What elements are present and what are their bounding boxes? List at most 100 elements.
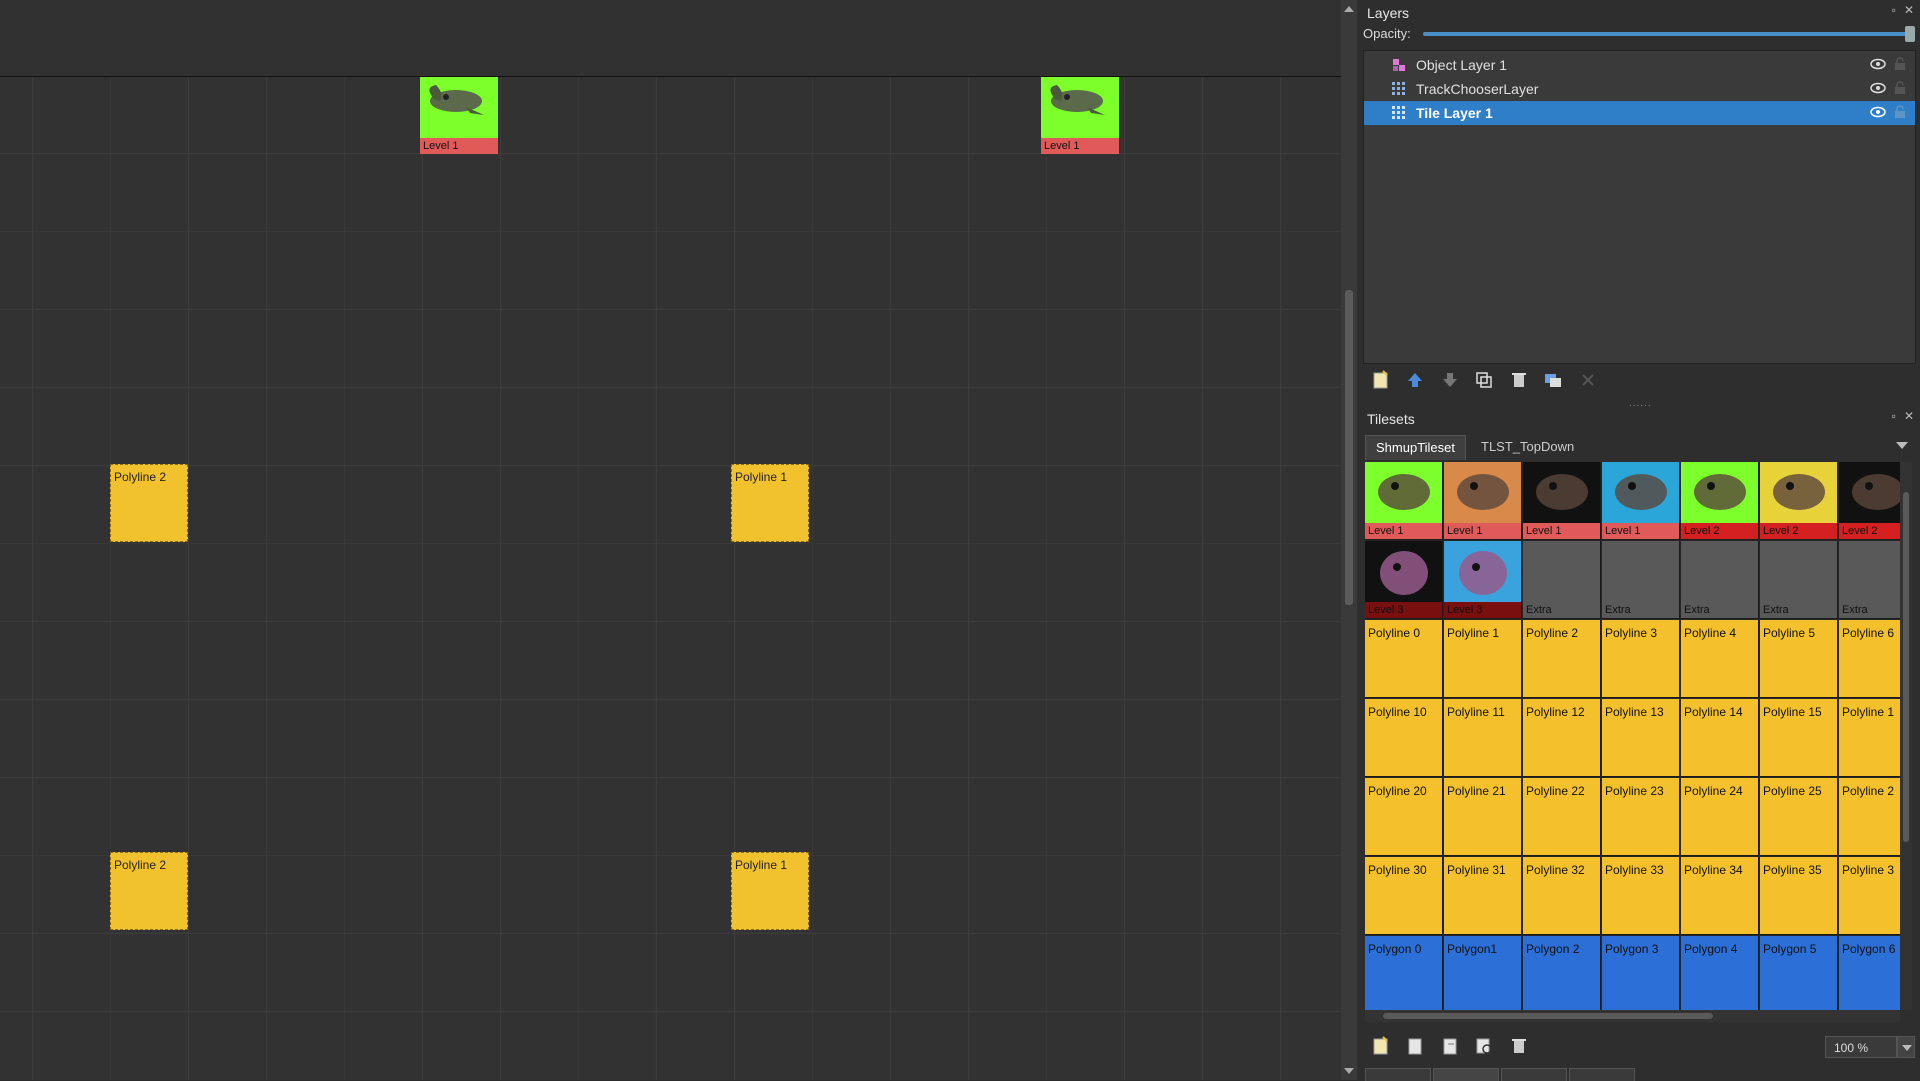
map-grid[interactable]: Level 1 Level 1 Polyline 2 Polyline 1 Po… bbox=[0, 76, 1341, 1080]
delete-tileset-icon[interactable] bbox=[1509, 1036, 1529, 1056]
tileset-tile-polyline[interactable]: Polyline 1 bbox=[1444, 620, 1522, 698]
tabs-dropdown-icon[interactable] bbox=[1896, 442, 1908, 449]
tileset-tile-polyline[interactable]: Polyline 20 bbox=[1365, 778, 1443, 856]
tileset-tile-polygon[interactable]: Polygon 4 bbox=[1681, 936, 1759, 1010]
close-panel-icon[interactable]: ✕ bbox=[1904, 409, 1914, 423]
tileset-tile[interactable]: Level 2 bbox=[1839, 462, 1900, 540]
scrollbar-thumb[interactable] bbox=[1903, 492, 1909, 842]
tileset-tile-polygon[interactable]: Polygon 3 bbox=[1602, 936, 1680, 1010]
tileset-tile-polyline[interactable]: Polyline 23 bbox=[1602, 778, 1680, 856]
eye-icon[interactable] bbox=[1870, 58, 1886, 70]
lock-icon[interactable] bbox=[1894, 81, 1906, 95]
new-tileset-icon[interactable] bbox=[1371, 1036, 1391, 1056]
scroll-down-icon[interactable] bbox=[1344, 1068, 1354, 1074]
tab-shmuptileset[interactable]: ShmupTileset bbox=[1365, 435, 1466, 460]
float-panel-icon[interactable]: ▫ bbox=[1892, 409, 1896, 423]
tileset-tile-polyline[interactable]: Polyline 3 bbox=[1602, 620, 1680, 698]
tileset-tile-polyline[interactable]: Polyline 0 bbox=[1365, 620, 1443, 698]
tileset-tile-polyline[interactable]: Polyline 31 bbox=[1444, 857, 1522, 935]
tileset-tile[interactable]: Extra bbox=[1681, 541, 1759, 619]
tileset-horizontal-scrollbar[interactable] bbox=[1365, 1010, 1900, 1022]
tileset-properties-icon[interactable] bbox=[1474, 1036, 1494, 1056]
opacity-slider[interactable] bbox=[1423, 32, 1911, 36]
tileset-tile-polyline[interactable]: Polyline 24 bbox=[1681, 778, 1759, 856]
map-tile-level1[interactable]: Level 1 bbox=[420, 76, 498, 154]
tileset-tile-polyline[interactable]: Polyline 25 bbox=[1760, 778, 1838, 856]
lock-icon[interactable] bbox=[1894, 105, 1906, 119]
tileset-tile-polyline[interactable]: Polyline 30 bbox=[1365, 857, 1443, 935]
bottom-tab[interactable] bbox=[1433, 1068, 1499, 1081]
zoom-level[interactable]: 100 % bbox=[1825, 1036, 1897, 1058]
merge-icon[interactable] bbox=[1543, 370, 1563, 390]
tileset-tile-polyline[interactable]: Polyline 22 bbox=[1523, 778, 1601, 856]
layer-row-tile-layer-1[interactable]: Tile Layer 1 bbox=[1364, 101, 1915, 125]
tileset-tile-polyline[interactable]: Polyline 3 bbox=[1839, 857, 1900, 935]
tileset-tile[interactable]: Level 1 bbox=[1523, 462, 1601, 540]
tileset-tile-polyline[interactable]: Polyline 34 bbox=[1681, 857, 1759, 935]
tileset-tile-polygon[interactable]: Polygon 0 bbox=[1365, 936, 1443, 1010]
map-vertical-scrollbar[interactable] bbox=[1341, 0, 1357, 1080]
tileset-tile[interactable]: Level 3 bbox=[1444, 541, 1522, 619]
map-tile-polyline[interactable]: Polyline 2 bbox=[110, 852, 188, 930]
tileset-tile-polyline[interactable]: Polyline 35 bbox=[1760, 857, 1838, 935]
tileset-tile-polyline[interactable]: Polyline 5 bbox=[1760, 620, 1838, 698]
tileset-tile-polyline[interactable]: Polyline 33 bbox=[1602, 857, 1680, 935]
float-panel-icon[interactable]: ▫ bbox=[1892, 3, 1896, 17]
tileset-tile-polygon[interactable]: Polygon 6 bbox=[1839, 936, 1900, 1010]
tileset-tile-polygon[interactable]: Polygon1 bbox=[1444, 936, 1522, 1010]
bottom-tab[interactable] bbox=[1365, 1068, 1431, 1081]
tileset-tile-polyline[interactable]: Polyline 14 bbox=[1681, 699, 1759, 777]
zoom-dropdown-icon[interactable] bbox=[1897, 1036, 1915, 1058]
tileset-tile-polyline[interactable]: Polyline 4 bbox=[1681, 620, 1759, 698]
tab-tlst-topdown[interactable]: TLST_TopDown bbox=[1471, 435, 1584, 459]
tileset-tile-polygon[interactable]: Polygon 5 bbox=[1760, 936, 1838, 1010]
layer-row-trackchooserlayer[interactable]: TrackChooserLayer bbox=[1364, 77, 1915, 101]
tileset-tile[interactable]: Level 2 bbox=[1760, 462, 1838, 540]
duplicate-icon[interactable] bbox=[1474, 370, 1494, 390]
scrollbar-thumb[interactable] bbox=[1383, 1013, 1713, 1019]
tileset-tile[interactable]: Level 3 bbox=[1365, 541, 1443, 619]
import-tileset-icon[interactable] bbox=[1405, 1036, 1425, 1056]
eye-icon[interactable] bbox=[1870, 106, 1886, 118]
bottom-tab[interactable] bbox=[1501, 1068, 1567, 1081]
tileset-tile-polyline[interactable]: Polyline 2 bbox=[1839, 778, 1900, 856]
close-panel-icon[interactable]: ✕ bbox=[1904, 3, 1914, 17]
tileset-tile[interactable]: Extra bbox=[1839, 541, 1900, 619]
tileset-tile-polyline[interactable]: Polyline 12 bbox=[1523, 699, 1601, 777]
tileset-grid[interactable]: Level 1 Level 1 Level 1 Level 1 Level 2 Level… bbox=[1365, 462, 1900, 1010]
tileset-tile-polyline[interactable]: Polyline 10 bbox=[1365, 699, 1443, 777]
map-tile-polyline[interactable]: Polyline 1 bbox=[731, 464, 809, 542]
close-icon[interactable] bbox=[1578, 370, 1598, 390]
tileset-tile-polyline[interactable]: Polyline 32 bbox=[1523, 857, 1601, 935]
tileset-vertical-scrollbar[interactable] bbox=[1900, 462, 1912, 1010]
lock-icon[interactable] bbox=[1894, 57, 1906, 71]
layer-row-object-layer-1[interactable]: Object Layer 1 bbox=[1364, 53, 1915, 77]
tileset-tile[interactable]: Level 1 bbox=[1365, 462, 1443, 540]
bottom-tab[interactable] bbox=[1569, 1068, 1635, 1081]
move-up-icon[interactable] bbox=[1405, 370, 1425, 390]
eye-icon[interactable] bbox=[1870, 82, 1886, 94]
opacity-slider-handle[interactable] bbox=[1905, 26, 1915, 42]
tileset-tile[interactable]: Extra bbox=[1602, 541, 1680, 619]
delete-icon[interactable] bbox=[1509, 370, 1529, 390]
tileset-tile-polygon[interactable]: Polygon 2 bbox=[1523, 936, 1601, 1010]
tileset-tile-polyline[interactable]: Polyline 21 bbox=[1444, 778, 1522, 856]
tileset-tile-polyline[interactable]: Polyline 1 bbox=[1839, 699, 1900, 777]
tileset-tile-polyline[interactable]: Polyline 11 bbox=[1444, 699, 1522, 777]
export-tileset-icon[interactable] bbox=[1440, 1036, 1460, 1056]
tileset-tile-polyline[interactable]: Polyline 15 bbox=[1760, 699, 1838, 777]
tileset-tile[interactable]: Level 1 bbox=[1602, 462, 1680, 540]
tileset-tile-polyline[interactable]: Polyline 13 bbox=[1602, 699, 1680, 777]
scrollbar-thumb[interactable] bbox=[1345, 290, 1353, 605]
map-tile-polyline[interactable]: Polyline 2 bbox=[110, 464, 188, 542]
scroll-up-icon[interactable] bbox=[1344, 6, 1354, 12]
tileset-tile-polyline[interactable]: Polyline 2 bbox=[1523, 620, 1601, 698]
tileset-tile[interactable]: Extra bbox=[1523, 541, 1601, 619]
panel-splitter[interactable]: ...... bbox=[1629, 398, 1652, 409]
map-canvas[interactable]: Level 1 Level 1 Polyline 2 Polyline 1 Po… bbox=[0, 0, 1341, 1080]
tileset-tile[interactable]: Level 2 bbox=[1681, 462, 1759, 540]
map-tile-level1[interactable]: Level 1 bbox=[1041, 76, 1119, 154]
new-layer-icon[interactable] bbox=[1371, 370, 1391, 390]
move-down-icon[interactable] bbox=[1440, 370, 1460, 390]
tileset-tile[interactable]: Level 1 bbox=[1444, 462, 1522, 540]
